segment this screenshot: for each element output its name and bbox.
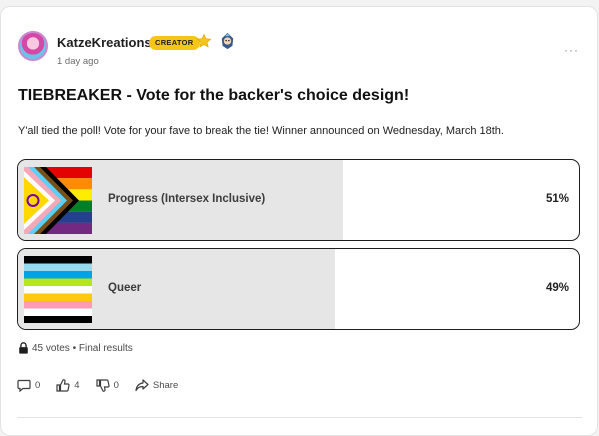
share-icon: [135, 379, 149, 392]
comment-count: 0: [35, 380, 41, 391]
more-options-button[interactable]: ···: [564, 43, 579, 57]
dislike-count: 0: [113, 380, 119, 391]
share-button[interactable]: Share: [135, 379, 178, 392]
creator-badge: CREATOR: [149, 36, 200, 50]
like-button[interactable]: 4: [56, 379, 80, 392]
progress-pride-flag-icon: [24, 167, 92, 234]
like-count: 4: [74, 380, 80, 391]
poll-meta: 45 votes • Final results: [18, 342, 133, 354]
author-avatar[interactable]: [18, 31, 48, 61]
post-body: Y'all tied the poll! Vote for your fave …: [18, 125, 504, 137]
poll-option-label: Queer: [108, 282, 142, 294]
comment-icon: [17, 379, 31, 392]
queer-flag-icon: [24, 256, 92, 323]
post-timestamp[interactable]: 1 day ago: [57, 56, 99, 67]
post-actions: 0 4 0 Share: [17, 379, 194, 392]
poll-option-progress[interactable]: Progress (Intersex Inclusive) 51%: [17, 159, 580, 241]
thumbs-up-icon: [56, 379, 70, 392]
dislike-button[interactable]: 0: [95, 379, 119, 392]
poll-meta-text: 45 votes • Final results: [32, 342, 133, 354]
thumbs-down-icon: [95, 379, 110, 392]
lock-icon: [19, 342, 28, 354]
post-title: TIEBREAKER - Vote for the backer's choic…: [18, 87, 410, 104]
divider: [17, 417, 582, 418]
poll-option-percent: 51%: [545, 193, 569, 205]
poll-option-percent: 49%: [545, 282, 569, 294]
author-name[interactable]: KatzeKreations: [57, 35, 152, 50]
mascot-badge-icon: [221, 32, 234, 50]
comment-button[interactable]: 0: [17, 379, 40, 392]
share-label: Share: [152, 380, 179, 391]
star-icon: [196, 33, 212, 48]
poll-option-queer[interactable]: Queer 49%: [17, 248, 580, 330]
poll-option-label: Progress (Intersex Inclusive): [108, 193, 266, 205]
